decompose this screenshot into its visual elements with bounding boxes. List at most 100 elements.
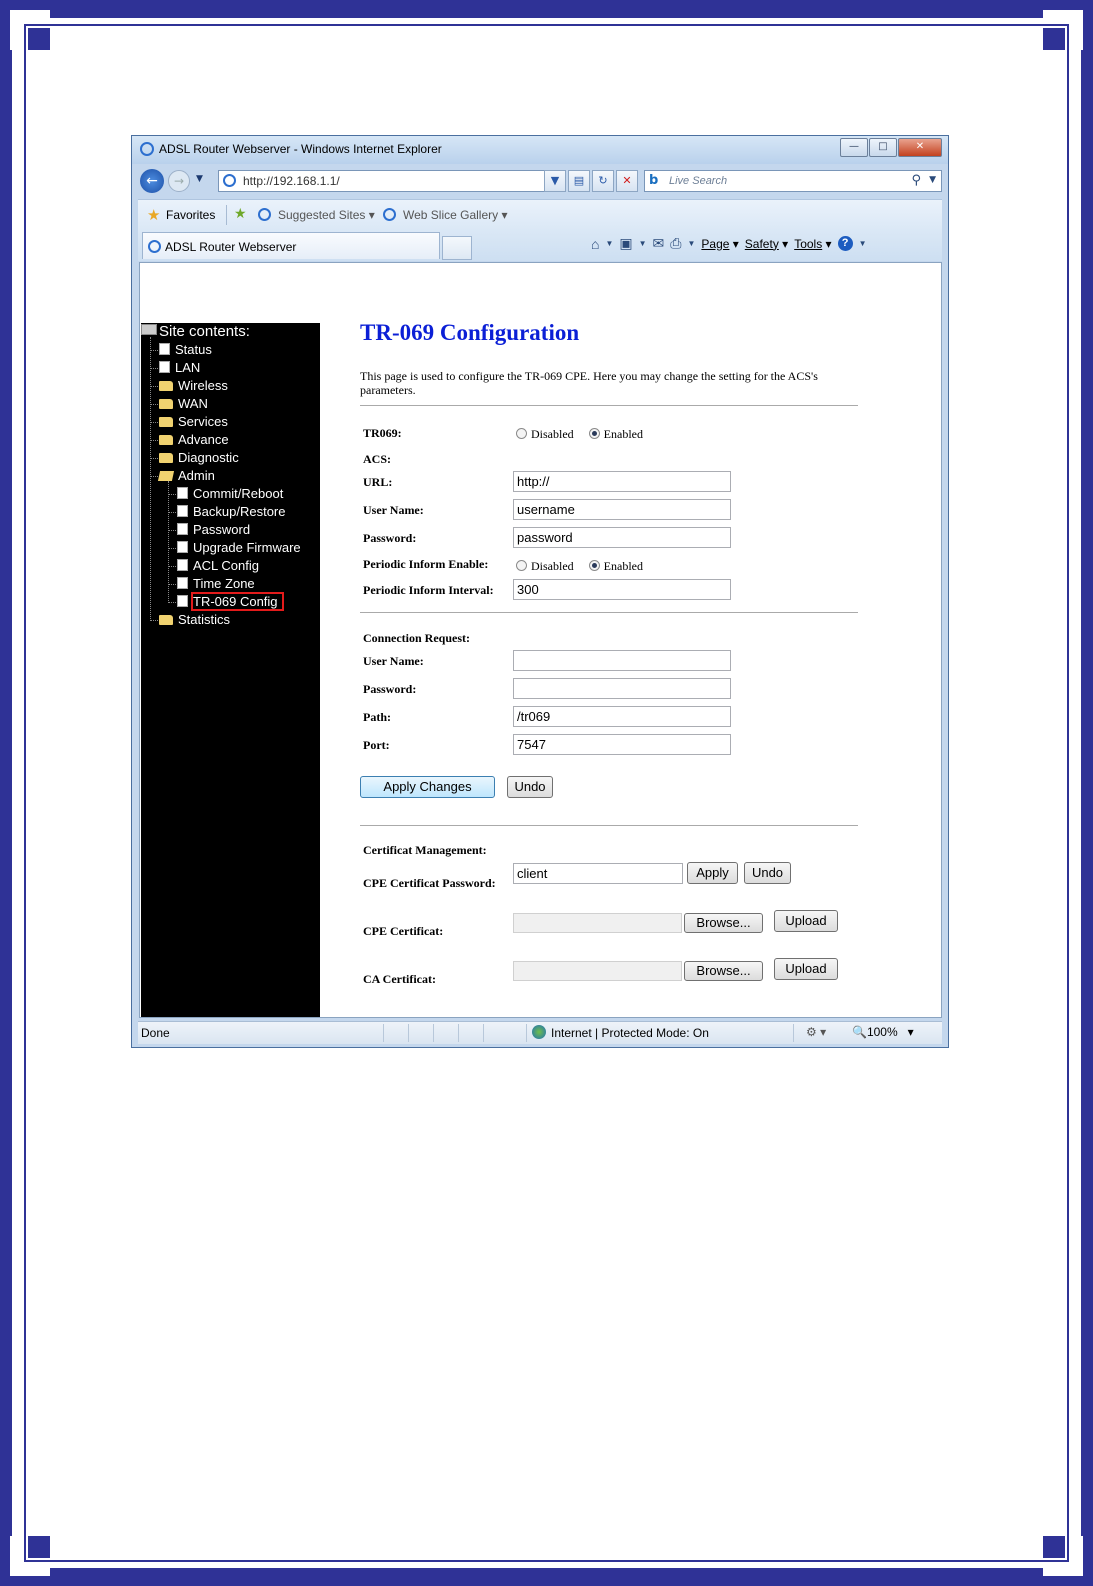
status-bar: Done Internet | Protected Mode: On ⚙ ▾ 🔍… (138, 1021, 942, 1044)
help-dropdown-icon[interactable]: ▼ (859, 239, 867, 248)
divider (360, 825, 858, 826)
page-icon (148, 240, 161, 253)
inform-disabled-radio[interactable] (516, 560, 527, 571)
cpe-password-undo-button[interactable]: Undo (744, 862, 791, 884)
search-input[interactable]: b Live Search ⚲ ▼ (644, 170, 942, 192)
connection-request-heading: Connection Request: (363, 631, 470, 645)
cpe-password-apply-button[interactable]: Apply (687, 862, 738, 884)
help-icon[interactable]: ? (837, 236, 853, 251)
cr-port-input[interactable]: 7547 (513, 734, 731, 755)
sidebar-item-services[interactable]: Services (150, 413, 228, 431)
address-dropdown-icon[interactable]: ▼ (544, 170, 566, 192)
folder-icon (159, 399, 173, 409)
favorites-button[interactable]: Favorites (166, 208, 215, 222)
document-icon (159, 361, 170, 373)
mail-icon[interactable]: ✉ (653, 235, 665, 252)
search-icon[interactable]: ⚲ (911, 173, 921, 188)
feeds-dropdown-icon[interactable]: ▼ (639, 239, 647, 248)
security-zone[interactable]: Internet | Protected Mode: On (551, 1026, 709, 1040)
sidebar-item-lan[interactable]: LAN (150, 359, 201, 377)
compatibility-view-icon[interactable]: ▤ (568, 170, 590, 192)
cr-path-input[interactable]: /tr069 (513, 706, 731, 727)
tr069-radio-group: Disabled Enabled (516, 427, 655, 442)
sidebar-item-wireless[interactable]: Wireless (150, 377, 228, 395)
inform-enabled-radio[interactable] (588, 560, 600, 571)
sidebar-item-backup-restore[interactable]: Backup/Restore (168, 503, 286, 521)
search-dropdown-icon[interactable]: ▼ (929, 175, 936, 185)
internet-zone-icon (532, 1025, 546, 1039)
tr069-disabled-radio[interactable] (516, 428, 527, 439)
document-icon (177, 559, 188, 571)
sidebar-item-label: Services (178, 414, 228, 429)
history-dropdown-icon[interactable]: ▼ (196, 174, 203, 184)
sidebar-item-tr-069-config[interactable]: TR-069 Config (168, 592, 284, 611)
print-dropdown-icon[interactable]: ▼ (687, 239, 695, 248)
sidebar-item-label: Advance (178, 432, 229, 447)
address-bar[interactable]: http://192.168.1.1/ (218, 170, 562, 192)
acs-url-input[interactable]: http:// (513, 471, 731, 492)
apply-changes-button[interactable]: Apply Changes (360, 776, 495, 798)
divider (360, 405, 858, 406)
page-menu[interactable]: Page ▾ (701, 237, 738, 251)
sidebar-item-advance[interactable]: Advance (150, 431, 229, 449)
sidebar-item-password[interactable]: Password (168, 521, 250, 539)
sidebar-item-commit-reboot[interactable]: Commit/Reboot (168, 485, 283, 503)
tab-router[interactable]: ADSL Router Webserver (142, 232, 440, 259)
site-tree: Site contents: Status LAN Wireless WAN Servi… (141, 323, 320, 1017)
tab-row: ADSL Router Webserver ⌂ ▼ ▣ ▼ ✉ ⎙ ▼ Page ▾ … (138, 229, 942, 261)
sidebar-item-wan[interactable]: WAN (150, 395, 208, 413)
cr-username-label: User Name: (363, 654, 424, 668)
sidebar-item-upgrade-firmware[interactable]: Upgrade Firmware (168, 539, 301, 557)
ca-certificate-label: CA Certificat: (363, 972, 436, 986)
close-button[interactable]: ✕ (898, 138, 942, 157)
minimize-button[interactable]: — (840, 138, 868, 157)
cr-password-input[interactable] (513, 678, 731, 699)
suggested-sites-link[interactable]: Suggested Sites ▾ (278, 208, 375, 222)
ca-certificate-upload-button[interactable]: Upload (774, 958, 838, 980)
inform-interval-input[interactable]: 300 (513, 579, 731, 600)
favorites-star-icon[interactable]: ★ (147, 206, 160, 224)
acs-password-input[interactable]: password (513, 527, 731, 548)
folder-icon (159, 381, 173, 391)
ca-certificate-file-input[interactable] (513, 961, 682, 981)
ca-certificate-browse-button[interactable]: Browse... (684, 961, 763, 981)
add-favorite-icon[interactable]: ★ (234, 206, 247, 222)
sidebar-item-label: LAN (175, 360, 201, 375)
cpe-password-input[interactable]: client (513, 863, 683, 884)
stop-icon[interactable]: ✕ (616, 170, 638, 192)
home-icon[interactable]: ⌂ (591, 236, 599, 252)
tools-menu[interactable]: Tools ▾ (794, 237, 831, 251)
divider (360, 612, 858, 613)
feeds-icon[interactable]: ▣ (619, 235, 632, 252)
inform-radio-group: Disabled Enabled (516, 559, 655, 574)
sidebar-item-status[interactable]: Status (150, 341, 212, 359)
sidebar-item-time-zone[interactable]: Time Zone (168, 575, 255, 593)
web-slice-gallery-link[interactable]: Web Slice Gallery ▾ (403, 208, 508, 222)
cpe-certificate-upload-button[interactable]: Upload (774, 910, 838, 932)
cpe-certificate-file-input[interactable] (513, 913, 682, 933)
undo-button[interactable]: Undo (507, 776, 553, 798)
cr-username-input[interactable] (513, 650, 731, 671)
home-dropdown-icon[interactable]: ▼ (605, 239, 613, 248)
new-tab-button[interactable] (442, 236, 472, 260)
maximize-button[interactable]: □ (869, 138, 897, 157)
address-text[interactable]: http://192.168.1.1/ (243, 174, 340, 188)
print-icon[interactable]: ⎙ (670, 235, 681, 252)
sidebar-item-label: Upgrade Firmware (193, 540, 301, 555)
tree-root[interactable]: Site contents: (141, 323, 250, 340)
status-text: Done (141, 1026, 170, 1040)
sidebar-item-admin[interactable]: Admin (150, 467, 215, 485)
acs-username-input[interactable]: username (513, 499, 731, 520)
sidebar-item-diagnostic[interactable]: Diagnostic (150, 449, 239, 467)
protected-mode-icon[interactable]: ⚙ ▾ (806, 1025, 826, 1039)
refresh-icon[interactable]: ↻ (592, 170, 614, 192)
cpe-certificate-browse-button[interactable]: Browse... (684, 913, 763, 933)
sidebar-item-acl-config[interactable]: ACL Config (168, 557, 259, 575)
document-icon (177, 595, 188, 607)
safety-menu[interactable]: Safety ▾ (745, 237, 788, 251)
forward-icon[interactable]: → (168, 170, 190, 192)
zoom-level[interactable]: 🔍100% ▾ (852, 1025, 914, 1039)
tr069-enabled-radio[interactable] (588, 428, 600, 439)
back-icon[interactable]: ← (140, 169, 164, 193)
sidebar-item-statistics[interactable]: Statistics (150, 611, 230, 629)
